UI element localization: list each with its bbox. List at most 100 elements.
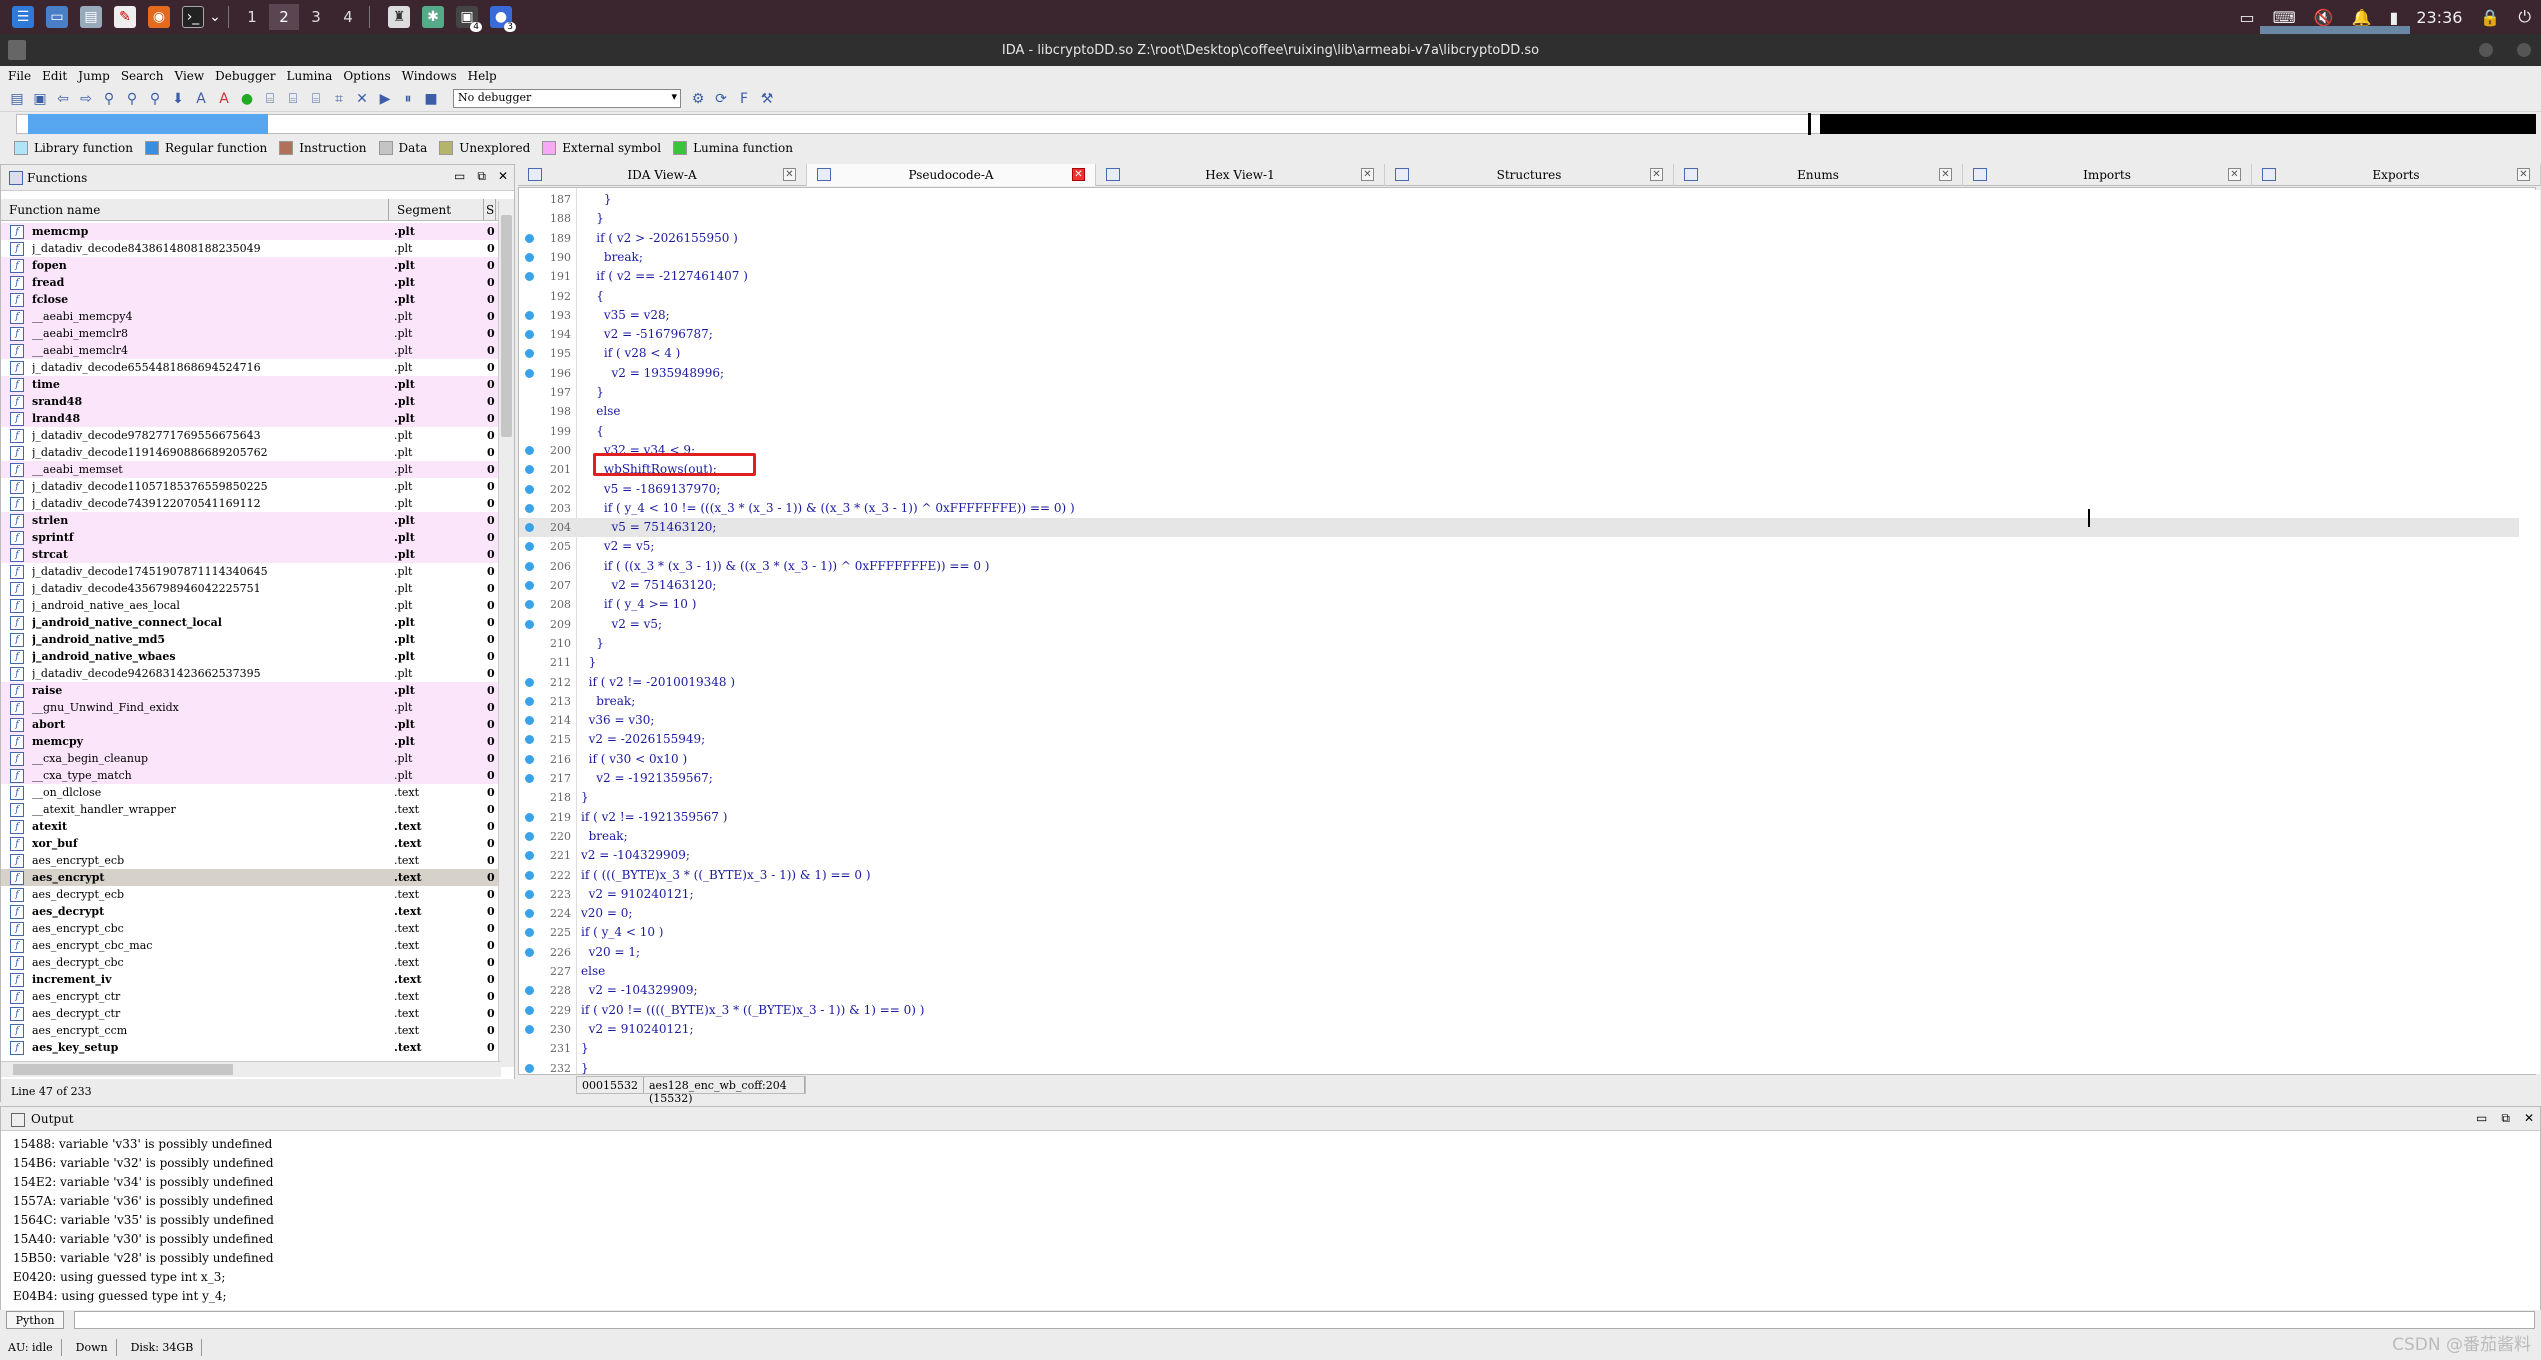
breakpoint-dot[interactable] [525, 445, 534, 455]
code-line[interactable]: 203 if ( y_4 < 10 != (((x_3 * (x_3 - 1))… [519, 499, 2519, 518]
breakpoint-dot[interactable] [525, 600, 534, 610]
code-line[interactable]: 231} [519, 1039, 2519, 1058]
play-icon[interactable]: ▶ [376, 90, 394, 108]
breakpoint-dot[interactable] [525, 561, 534, 571]
graph-icon[interactable]: ⌗ [330, 90, 348, 108]
function-row[interactable]: f aes_decrypt_ctr .text 0 [1, 1005, 499, 1022]
breakpoint-dot[interactable] [525, 947, 534, 957]
code-line[interactable]: 204 v5 = 751463120; [519, 518, 2519, 538]
tab-close-icon[interactable]: ✕ [2228, 168, 2241, 181]
function-row[interactable]: f fopen .plt 0 [1, 257, 499, 274]
scrollbar-thumb[interactable] [13, 1064, 233, 1075]
menu-file[interactable]: File [8, 69, 31, 83]
make-code-icon[interactable]: ⌸ [261, 90, 279, 108]
function-row[interactable]: f __aeabi_memclr4 .plt 0 [1, 342, 499, 359]
tab-exports[interactable]: Exports ✕ [2252, 164, 2541, 186]
color-icon[interactable]: A [215, 90, 233, 108]
breakpoint-dot[interactable] [525, 1024, 534, 1034]
pseudocode-view[interactable]: 187 } 188 } 189 if ( v2 > -2026155950 ) 190… [518, 187, 2536, 1075]
code-line[interactable]: 232} [519, 1059, 2519, 1078]
function-row[interactable]: f j_android_native_md5 .plt 0 [1, 631, 499, 648]
make-data-icon[interactable]: ⌸ [284, 90, 302, 108]
scrollbar-thumb[interactable] [501, 215, 512, 437]
breakpoint-dot[interactable] [525, 581, 534, 590]
breakpoint-dot[interactable] [525, 754, 534, 764]
function-row[interactable]: f j_datadiv_decode9782771769556675643 .plt… [1, 427, 499, 444]
function-row[interactable]: f lrand48 .plt 0 [1, 410, 499, 427]
code-line[interactable]: 208 if ( y_4 >= 10 ) [519, 595, 2519, 614]
functions-vscrollbar[interactable] [498, 201, 514, 1067]
breakpoint-dot[interactable] [525, 368, 534, 378]
menu-help[interactable]: Help [468, 69, 497, 83]
tab-pseudocode-a[interactable]: Pseudocode-A ✕ [807, 164, 1096, 186]
code-line[interactable]: 217 v2 = -1921359567; [519, 769, 2519, 788]
menu-windows[interactable]: Windows [402, 69, 457, 83]
code-line[interactable]: 195 if ( v28 < 4 ) [519, 344, 2519, 363]
pause-icon[interactable]: ⏸ [399, 90, 417, 108]
function-row[interactable]: f j_datadiv_decode6554481868694524716 .plt… [1, 359, 499, 376]
tab-close-icon[interactable]: ✕ [1939, 168, 1952, 181]
volume-muted-icon[interactable]: 🔇 [2314, 8, 2334, 27]
function-row[interactable]: f j_datadiv_decode11914690886689205762 .pl… [1, 444, 499, 461]
breakpoint-dot[interactable] [525, 831, 534, 841]
minimize-button[interactable] [2479, 43, 2493, 57]
breakpoint-dot[interactable] [525, 465, 534, 475]
function-row[interactable]: f atexit .text 0 [1, 818, 499, 835]
function-row[interactable]: f aes_encrypt_cbc_mac .text 0 [1, 937, 499, 954]
code-line[interactable]: 223 v2 = 910240121; [519, 885, 2519, 904]
menu-debugger[interactable]: Debugger [215, 69, 275, 83]
workspace-4[interactable]: 4 [333, 4, 363, 30]
code-line[interactable]: 213 break; [519, 692, 2519, 711]
tab-ida-view-a[interactable]: IDA View-A ✕ [518, 164, 807, 186]
function-row[interactable]: f aes_encrypt_ctr .text 0 [1, 988, 499, 1005]
breakpoint-dot[interactable] [525, 677, 534, 687]
tab-structures[interactable]: Structures ✕ [1385, 164, 1674, 186]
function-row[interactable]: f fclose .plt 0 [1, 291, 499, 308]
breakpoint-dot[interactable] [525, 1063, 534, 1073]
python-button[interactable]: Python [6, 1311, 64, 1329]
breakpoint-dot[interactable] [525, 986, 534, 996]
open-icon[interactable]: ▤ [8, 90, 26, 108]
breakpoint-dot[interactable] [525, 503, 534, 513]
text-icon[interactable]: A [192, 90, 210, 108]
function-row[interactable]: f __cxa_begin_cleanup .plt 0 [1, 750, 499, 767]
code-line[interactable]: 201 wbShiftRows(out); [519, 460, 2519, 479]
tab-close-icon[interactable]: ✕ [1072, 168, 1085, 181]
function-row[interactable]: f fread .plt 0 [1, 274, 499, 291]
code-line[interactable]: 206 if ( ((x_3 * (x_3 - 1)) & ((x_3 * (x… [519, 557, 2519, 576]
code-line[interactable]: 212 if ( v2 != -2010019348 ) [519, 673, 2519, 692]
code-line[interactable]: 229 if ( v20 != ((((_BYTE)x_3 * ((_BYTE)x… [519, 1001, 2519, 1020]
refresh-icon[interactable]: ⟳ [712, 90, 730, 108]
code-line[interactable]: 219 if ( v2 != -1921359567 ) [519, 808, 2519, 827]
breakpoint-dot[interactable] [525, 330, 534, 340]
function-row[interactable]: f j_datadiv_decode7439122070541169112 .plt… [1, 495, 499, 512]
function-row[interactable]: f srand48 .plt 0 [1, 393, 499, 410]
function-row[interactable]: f j_datadiv_decode8438614808188235049 .plt… [1, 240, 499, 257]
code-line[interactable]: 188 } [519, 209, 2519, 228]
bell-icon[interactable]: 🔔 [2352, 8, 2372, 27]
code-line[interactable]: 196 v2 = 1935948996; [519, 364, 2519, 383]
code-line[interactable]: 225 if ( y_4 < 10 ) [519, 923, 2519, 942]
monitor-icon[interactable]: ▭ [2239, 8, 2254, 27]
breakpoint-dot[interactable] [525, 619, 534, 629]
code-line[interactable]: 197 } [519, 383, 2519, 402]
menu-options[interactable]: Options [343, 69, 390, 83]
workspace-3[interactable]: 3 [301, 4, 331, 30]
breakpoint-dot[interactable] [525, 851, 534, 861]
shell-icon[interactable]: ›_ [182, 6, 204, 28]
function-row[interactable]: f aes_decrypt_ecb .text 0 [1, 886, 499, 903]
battery-icon[interactable]: ▮ [2390, 8, 2399, 27]
jump-down-icon[interactable]: ⬇ [169, 90, 187, 108]
function-row[interactable]: f j_android_native_wbaes .plt 0 [1, 648, 499, 665]
bug-task-icon[interactable]: ✱ [422, 6, 444, 28]
breakpoint-dot[interactable] [525, 349, 534, 359]
save-icon[interactable]: ▣ [31, 90, 49, 108]
code-line[interactable]: 199 { [519, 422, 2519, 441]
breakpoint-dot[interactable] [525, 928, 534, 938]
function-row[interactable]: f aes_decrypt_cbc .text 0 [1, 954, 499, 971]
function-row[interactable]: f __aeabi_memcpy4 .plt 0 [1, 308, 499, 325]
breakpoint-dot[interactable] [525, 735, 534, 745]
code-line[interactable]: 192 { [519, 287, 2519, 306]
make-string-icon[interactable]: ⌸ [307, 90, 325, 108]
function-row[interactable]: f strcat .plt 0 [1, 546, 499, 563]
